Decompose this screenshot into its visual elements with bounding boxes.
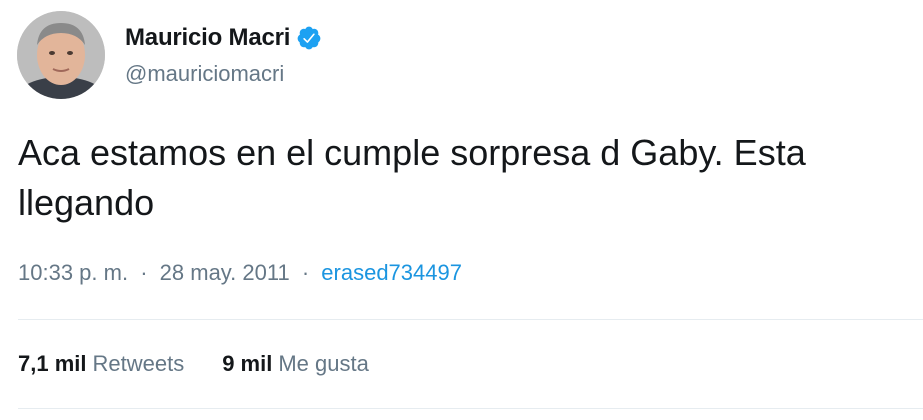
likes-label: Me gusta: [278, 351, 369, 376]
divider: [18, 319, 923, 320]
tweet-metadata: 10:33 p. m. · 28 may. 2011 · erased73449…: [18, 260, 462, 286]
tweet-text: Aca estamos en el cumple sorpresa d Gaby…: [18, 132, 806, 223]
meta-separator-2: ·: [301, 260, 310, 285]
tweet-source-link[interactable]: erased734497: [321, 260, 462, 285]
likes-count: 9 mil: [222, 351, 273, 376]
profile-photo-icon: [17, 11, 105, 99]
verified-badge-icon: [296, 25, 322, 51]
retweets-count: 7,1 mil: [18, 351, 87, 376]
display-name[interactable]: Mauricio Macri: [125, 24, 290, 52]
retweets-label: Retweets: [92, 351, 185, 376]
tweet-card: Mauricio Macri @mauriciomacri Aca estamo…: [0, 0, 923, 420]
retweets-stat[interactable]: 7,1 mil Retweets: [18, 351, 184, 377]
meta-separator: ·: [140, 260, 148, 285]
engagement-stats: 7,1 mil Retweets 9 mil Me gusta: [18, 351, 369, 377]
name-row: Mauricio Macri: [125, 23, 322, 53]
tweet-time[interactable]: 10:33 p. m.: [18, 260, 128, 285]
divider-bottom: [18, 408, 923, 409]
user-handle[interactable]: @mauriciomacri: [125, 61, 284, 87]
avatar[interactable]: [17, 11, 105, 99]
likes-stat[interactable]: 9 mil Me gusta: [222, 351, 369, 377]
tweet-date[interactable]: 28 may. 2011: [160, 260, 290, 285]
